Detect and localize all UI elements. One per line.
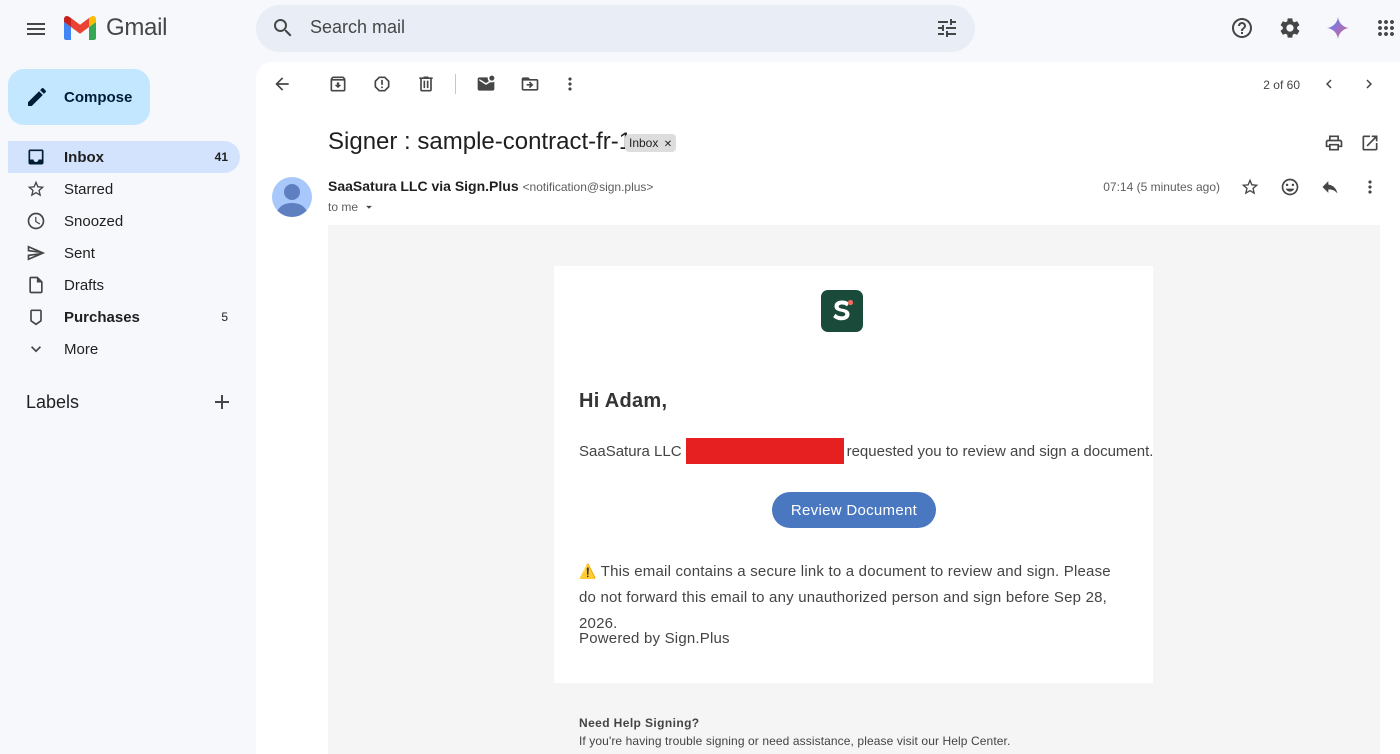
- label-tag-icon: [30, 309, 42, 326]
- gmail-logo[interactable]: [64, 16, 96, 40]
- reply-icon[interactable]: [1320, 177, 1340, 197]
- search-options-button[interactable]: [927, 8, 967, 48]
- search-input[interactable]: [310, 17, 910, 38]
- gmail-wordmark: Gmail: [106, 14, 168, 41]
- powered-by-text: Powered by Sign.Plus: [579, 630, 730, 647]
- pencil-icon: [28, 87, 47, 106]
- send-icon: [27, 245, 46, 261]
- trash-icon[interactable]: [416, 74, 436, 94]
- sidebar-item-snoozed[interactable]: Snoozed: [8, 205, 240, 237]
- star-icon: [27, 180, 45, 197]
- sender-name[interactable]: SaaSatura LLC via Sign.Plus: [328, 178, 519, 194]
- search-button[interactable]: [263, 8, 303, 48]
- help-text: If you're having trouble signing or need…: [579, 734, 1010, 748]
- recipient-line[interactable]: to me: [328, 200, 376, 214]
- email-greeting: Hi Adam,: [579, 390, 668, 412]
- settings-button[interactable]: [1270, 8, 1310, 48]
- sender-line: SaaSatura LLC via Sign.Plus <notificatio…: [328, 178, 653, 194]
- move-to-folder-icon[interactable]: [520, 74, 540, 94]
- toolbar-divider: [455, 74, 456, 94]
- unread-count: 41: [214, 150, 228, 164]
- clock-icon: [27, 212, 45, 230]
- report-spam-icon[interactable]: [372, 74, 392, 94]
- sidebar-item-starred[interactable]: Starred: [8, 173, 240, 205]
- help-text-suffix: .: [1006, 734, 1011, 748]
- email-subject: Signer : sample-contract-fr-1: [328, 128, 633, 155]
- redacted-block: [685, 438, 844, 464]
- apps-button[interactable]: [1366, 8, 1400, 48]
- request-message: SaaSatura LLC requested you to review an…: [579, 438, 1153, 464]
- sidebar-item-drafts[interactable]: Drafts: [8, 269, 240, 301]
- gmail-m-icon: [64, 16, 96, 40]
- signplus-s-icon: [833, 299, 854, 321]
- sender-email: <notification@sign.plus>: [522, 180, 654, 194]
- sidebar-item-label: Snoozed: [64, 212, 124, 230]
- apps-grid-icon: [1378, 20, 1394, 36]
- compose-button[interactable]: Compose: [8, 69, 150, 125]
- caret-down-icon[interactable]: [362, 200, 376, 214]
- help-heading: Need Help Signing?: [579, 716, 700, 730]
- open-new-window-icon[interactable]: [1360, 133, 1380, 153]
- main-menu-button[interactable]: [16, 9, 56, 49]
- search-bar[interactable]: [256, 5, 975, 52]
- help-text-prefix: If you're having trouble signing or need…: [579, 734, 918, 748]
- label-chip-text: Inbox: [629, 136, 659, 150]
- help-icon: [1232, 18, 1252, 38]
- sidebar-item-inbox[interactable]: Inbox 41: [8, 141, 240, 173]
- chevron-right-icon[interactable]: [1360, 75, 1378, 93]
- create-label-button[interactable]: [202, 382, 242, 422]
- tune-icon: [938, 19, 956, 37]
- sidebar-item-label: Starred: [64, 180, 114, 198]
- labels-heading: Labels: [26, 392, 80, 412]
- help-center-link[interactable]: our Help Center: [921, 734, 1007, 748]
- archive-icon[interactable]: [328, 74, 348, 94]
- sidebar-item-purchases[interactable]: Purchases 5: [8, 301, 240, 333]
- requester-name: SaaSatura LLC: [579, 442, 682, 460]
- email-timestamp: 07:14 (5 minutes ago): [1103, 180, 1220, 194]
- sidebar-item-label: Inbox: [64, 148, 104, 166]
- sidebar-item-sent[interactable]: Sent: [8, 237, 240, 269]
- more-vert-icon[interactable]: [560, 74, 580, 94]
- mark-unread-icon[interactable]: [476, 74, 496, 94]
- print-icon[interactable]: [1324, 133, 1344, 153]
- sidebar-item-label: More: [64, 340, 99, 358]
- message-more-icon[interactable]: [1360, 177, 1380, 197]
- chevron-down-icon: [31, 346, 41, 353]
- sidebar-item-more[interactable]: More: [8, 333, 240, 365]
- draft-file-icon: [29, 276, 43, 294]
- compose-label: Compose: [64, 88, 133, 106]
- email-card: Hi Adam, SaaSatura LLC requested you to …: [554, 266, 1153, 683]
- signplus-logo: [821, 290, 863, 332]
- search-icon: [274, 19, 292, 37]
- security-warning: ⚠️ This email contains a secure link to …: [579, 558, 1119, 637]
- chevron-left-icon[interactable]: [1320, 75, 1338, 93]
- sidebar-item-label: Purchases: [64, 308, 140, 326]
- hamburger-menu-icon: [27, 23, 45, 35]
- sidebar-item-label: Sent: [64, 244, 95, 262]
- inbox-icon: [28, 149, 44, 165]
- warning-icon: ⚠️: [579, 563, 597, 579]
- sidebar-item-label: Drafts: [64, 276, 105, 294]
- pagination-label: 2 of 60: [1263, 78, 1300, 92]
- star-outline-icon[interactable]: [1240, 177, 1260, 197]
- plus-icon: [215, 395, 229, 409]
- emoji-reaction-icon[interactable]: [1280, 177, 1300, 197]
- remove-label-icon[interactable]: ✕: [664, 139, 672, 150]
- unread-count: 5: [221, 310, 228, 324]
- sender-avatar[interactable]: [272, 177, 312, 217]
- gear-icon: [1280, 18, 1300, 38]
- recipient-text: to me: [328, 200, 359, 214]
- message-panel: 2 of 60 Signer : sample-contract-fr-1 In…: [256, 62, 1400, 754]
- gemini-button[interactable]: [1318, 8, 1358, 48]
- request-text: requested you to review and sign a docum…: [846, 442, 1154, 460]
- review-document-button[interactable]: Review Document: [772, 492, 936, 528]
- person-icon: [276, 184, 308, 217]
- warning-text: This email contains a secure link to a d…: [579, 563, 1111, 632]
- back-arrow-icon[interactable]: [272, 74, 292, 94]
- inbox-label-chip[interactable]: Inbox ✕: [625, 134, 677, 152]
- support-button[interactable]: [1222, 8, 1262, 48]
- gemini-sparkle-icon: [1327, 17, 1349, 39]
